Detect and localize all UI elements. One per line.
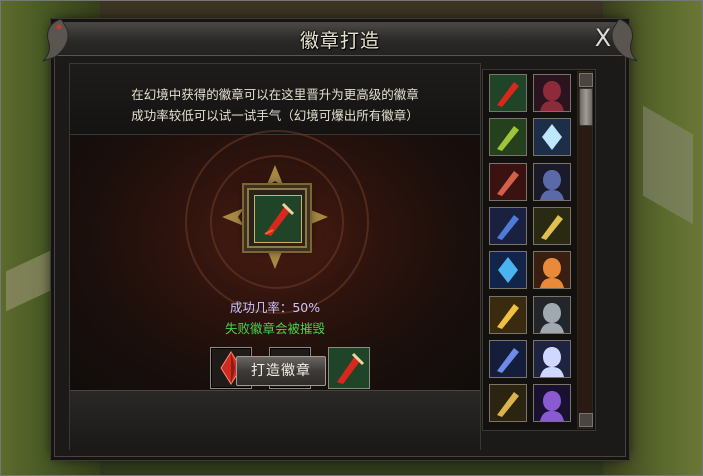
forge-target-slot[interactable]	[247, 188, 307, 248]
success-rate-text: 成功几率：50%	[229, 300, 321, 315]
blue-orb-badge-icon	[490, 252, 526, 289]
dark-warrior-portrait-icon	[534, 75, 570, 111]
badge-cell[interactable]	[489, 251, 527, 290]
blue-axe-badge-icon	[490, 340, 526, 377]
dragon-ornament-right-icon	[611, 18, 638, 62]
badge-forge-window: 徽章打造 X 在幻境中获得的徽章可以在这里晋升为更高级的徽章 成功率较低可以试一…	[42, 18, 638, 457]
green-armor-badge-icon	[490, 119, 526, 156]
purple-hooded-mage-icon	[534, 385, 570, 422]
badge-cell[interactable]	[533, 118, 571, 157]
ice-sorceress-portrait-icon	[534, 340, 570, 377]
badge-cell[interactable]	[533, 251, 571, 290]
material-slot-badge[interactable]	[328, 347, 370, 389]
badge-cell[interactable]	[533, 384, 571, 423]
ice-crystal-badge-icon	[534, 119, 570, 156]
description-panel: 在幻境中获得的徽章可以在这里晋升为更高级的徽章 成功率较低可以试一试手气（幻境可…	[70, 64, 480, 135]
badge-cell[interactable]	[533, 295, 571, 334]
action-bar	[70, 390, 480, 450]
forge-panel: 在幻境中获得的徽章可以在这里晋升为更高级的徽章 成功率较低可以试一试手气（幻境可…	[69, 63, 481, 450]
blue-bird-badge-icon	[490, 207, 526, 244]
scroll-down-button[interactable]	[579, 413, 593, 427]
forge-badge-button[interactable]: 打造徽章	[236, 356, 326, 386]
description-line-1: 在幻境中获得的徽章可以在这里晋升为更高级的徽章	[131, 87, 419, 102]
badge-cell[interactable]	[533, 339, 571, 378]
badge-cell[interactable]	[489, 118, 527, 157]
armored-knight-portrait-icon	[534, 296, 570, 333]
red-beast-badge-icon	[490, 163, 526, 200]
badge-list-scrollbar[interactable]	[577, 71, 593, 429]
red-dagger-badge-icon	[255, 196, 301, 242]
badge-cell[interactable]	[489, 384, 527, 423]
badge-cell[interactable]	[533, 74, 571, 112]
badge-cell[interactable]	[489, 162, 527, 201]
golden-guardian-badge-icon	[534, 207, 570, 244]
title-bar[interactable]: 徽章打造 X	[42, 18, 638, 62]
badge-cell[interactable]	[489, 339, 527, 378]
badge-cell[interactable]	[533, 206, 571, 245]
red-dagger-badge-icon	[490, 75, 526, 111]
orange-hero-portrait-icon	[534, 252, 570, 289]
golden-axe-badge-icon	[490, 385, 526, 422]
target-badge[interactable]	[254, 195, 302, 243]
fail-warning-text: 失败徽章会被摧毁	[224, 321, 325, 336]
forge-area: 成功几率：50% 失败徽章会被摧毁 50 50000	[70, 130, 480, 390]
golden-sword-badge-icon	[490, 296, 526, 333]
scroll-up-button[interactable]	[579, 73, 593, 87]
scroll-thumb[interactable]	[579, 88, 593, 126]
red-dagger-badge-icon	[329, 348, 369, 388]
badge-cell[interactable]	[489, 295, 527, 334]
badge-cell[interactable]	[533, 162, 571, 201]
dark-swordsman-portrait-icon	[534, 163, 570, 200]
badge-cell[interactable]	[489, 206, 527, 245]
description-line-2: 成功率较低可以试一试手气（幻境可爆出所有徽章）	[131, 108, 419, 123]
window-title: 徽章打造	[299, 30, 380, 52]
badge-cell[interactable]	[489, 74, 527, 112]
